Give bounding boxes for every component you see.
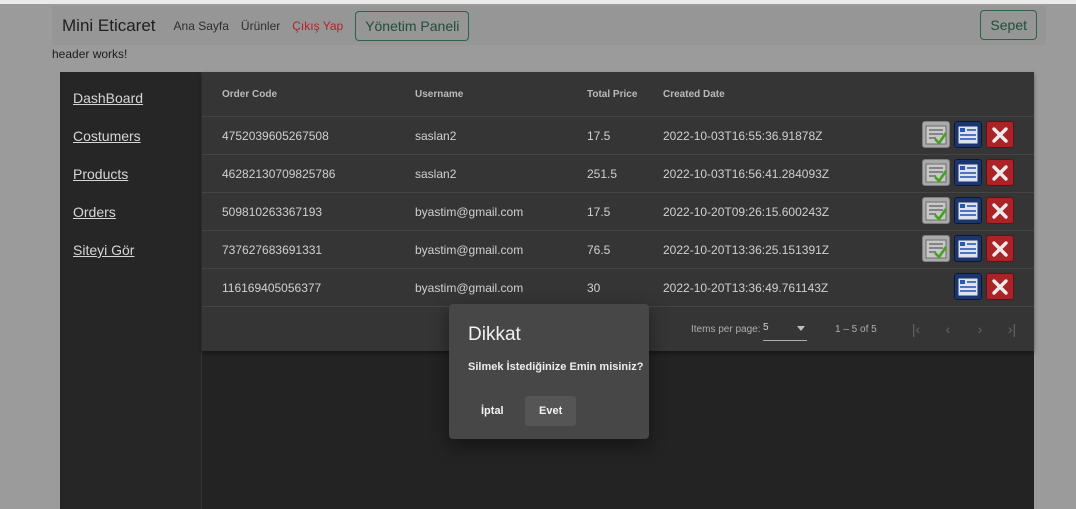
dialog-message: Silmek İstediğinize Emin misiniz? (468, 361, 644, 373)
confirm-delete-dialog: Dikkat Silmek İstediğinize Emin misiniz?… (449, 304, 649, 439)
cancel-button[interactable]: İptal (467, 396, 518, 426)
confirm-button[interactable]: Evet (525, 396, 577, 426)
dialog-title: Dikkat (468, 324, 521, 345)
